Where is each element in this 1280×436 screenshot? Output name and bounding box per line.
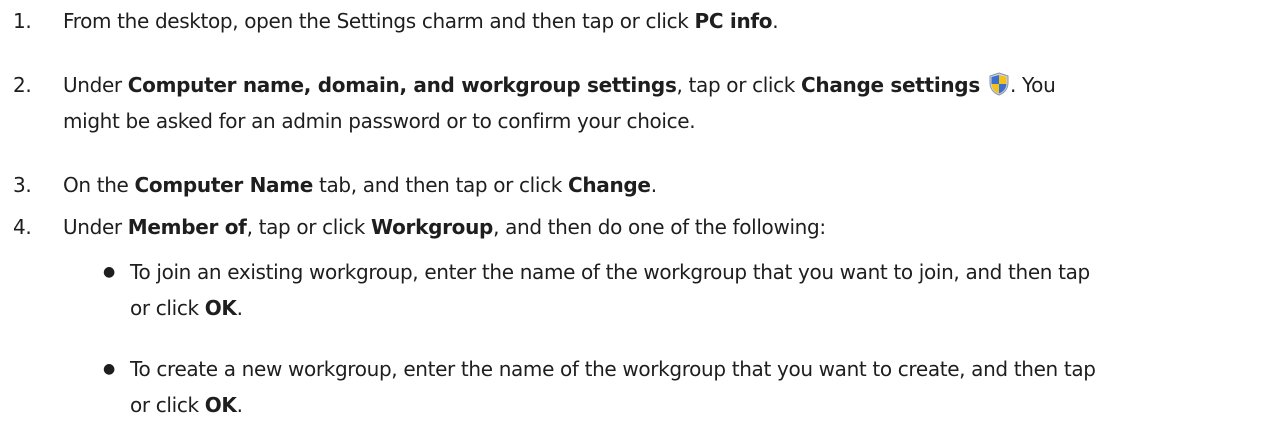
bold-term-change-settings: Change settings bbox=[801, 73, 980, 97]
bullet-text-run: or click bbox=[130, 296, 205, 320]
bold-term-computer-name: Computer Name bbox=[134, 173, 314, 197]
step-number: 4. bbox=[13, 215, 32, 239]
bold-term-computer-name-settings: Computer name, domain, and workgroup set… bbox=[127, 73, 677, 97]
step-text-run: , tap or click bbox=[246, 215, 372, 239]
bullet-dot: ● bbox=[103, 264, 115, 280]
step-text: Under Member of, tap or click Workgroup,… bbox=[63, 209, 1243, 245]
step-text-run: From the desktop, open the Settings char… bbox=[63, 9, 695, 33]
instructions-page: 1. From the desktop, open the Settings c… bbox=[0, 0, 1280, 436]
step-text-run: Under bbox=[63, 73, 128, 97]
uac-shield-icon bbox=[989, 72, 1009, 96]
step-2: 2. Under Computer name, domain, and work… bbox=[0, 67, 1240, 143]
step-text-run: . bbox=[650, 173, 657, 197]
step-number: 3. bbox=[13, 173, 32, 197]
bold-term-ok: OK bbox=[204, 296, 237, 320]
step-text-run: Under bbox=[63, 215, 128, 239]
step-text-run: On the bbox=[63, 173, 135, 197]
step-text: Under Computer name, domain, and workgro… bbox=[63, 67, 1243, 139]
bullet-text-run: or click bbox=[130, 393, 205, 417]
step-text-run: might be asked for an admin password or … bbox=[63, 109, 696, 133]
bullet-item-create: ● To create a new workgroup, enter the n… bbox=[0, 351, 1240, 427]
bold-term-change: Change bbox=[567, 173, 651, 197]
step-number: 1. bbox=[13, 9, 32, 33]
bullet-text-run: . bbox=[236, 393, 243, 417]
bullet-text: To join an existing workgroup, enter the… bbox=[130, 254, 1240, 326]
step-text-run: , tap or click bbox=[676, 73, 802, 97]
step-text-run: . You bbox=[1009, 73, 1056, 97]
step-text-run: tab, and then tap or click bbox=[313, 173, 568, 197]
step-text: From the desktop, open the Settings char… bbox=[63, 3, 1243, 39]
step-text-run: . bbox=[772, 9, 779, 33]
step-number: 2. bbox=[13, 73, 32, 97]
bullet-item-join: ● To join an existing workgroup, enter t… bbox=[0, 254, 1240, 330]
bullet-text-run: To join an existing workgroup, enter the… bbox=[130, 260, 1090, 284]
bold-term-workgroup: Workgroup bbox=[371, 215, 494, 239]
bold-term-pc-info: PC info bbox=[694, 9, 773, 33]
bold-term-ok: OK bbox=[204, 393, 237, 417]
bullet-text-run: To create a new workgroup, enter the nam… bbox=[130, 357, 1096, 381]
step-text-run: , and then do one of the following: bbox=[493, 215, 826, 239]
bold-term-member-of: Member of bbox=[127, 215, 247, 239]
step-text: On the Computer Name tab, and then tap o… bbox=[63, 167, 1243, 203]
bullet-text: To create a new workgroup, enter the nam… bbox=[130, 351, 1240, 423]
bullet-dot: ● bbox=[103, 361, 115, 377]
bullet-text-run: . bbox=[236, 296, 243, 320]
